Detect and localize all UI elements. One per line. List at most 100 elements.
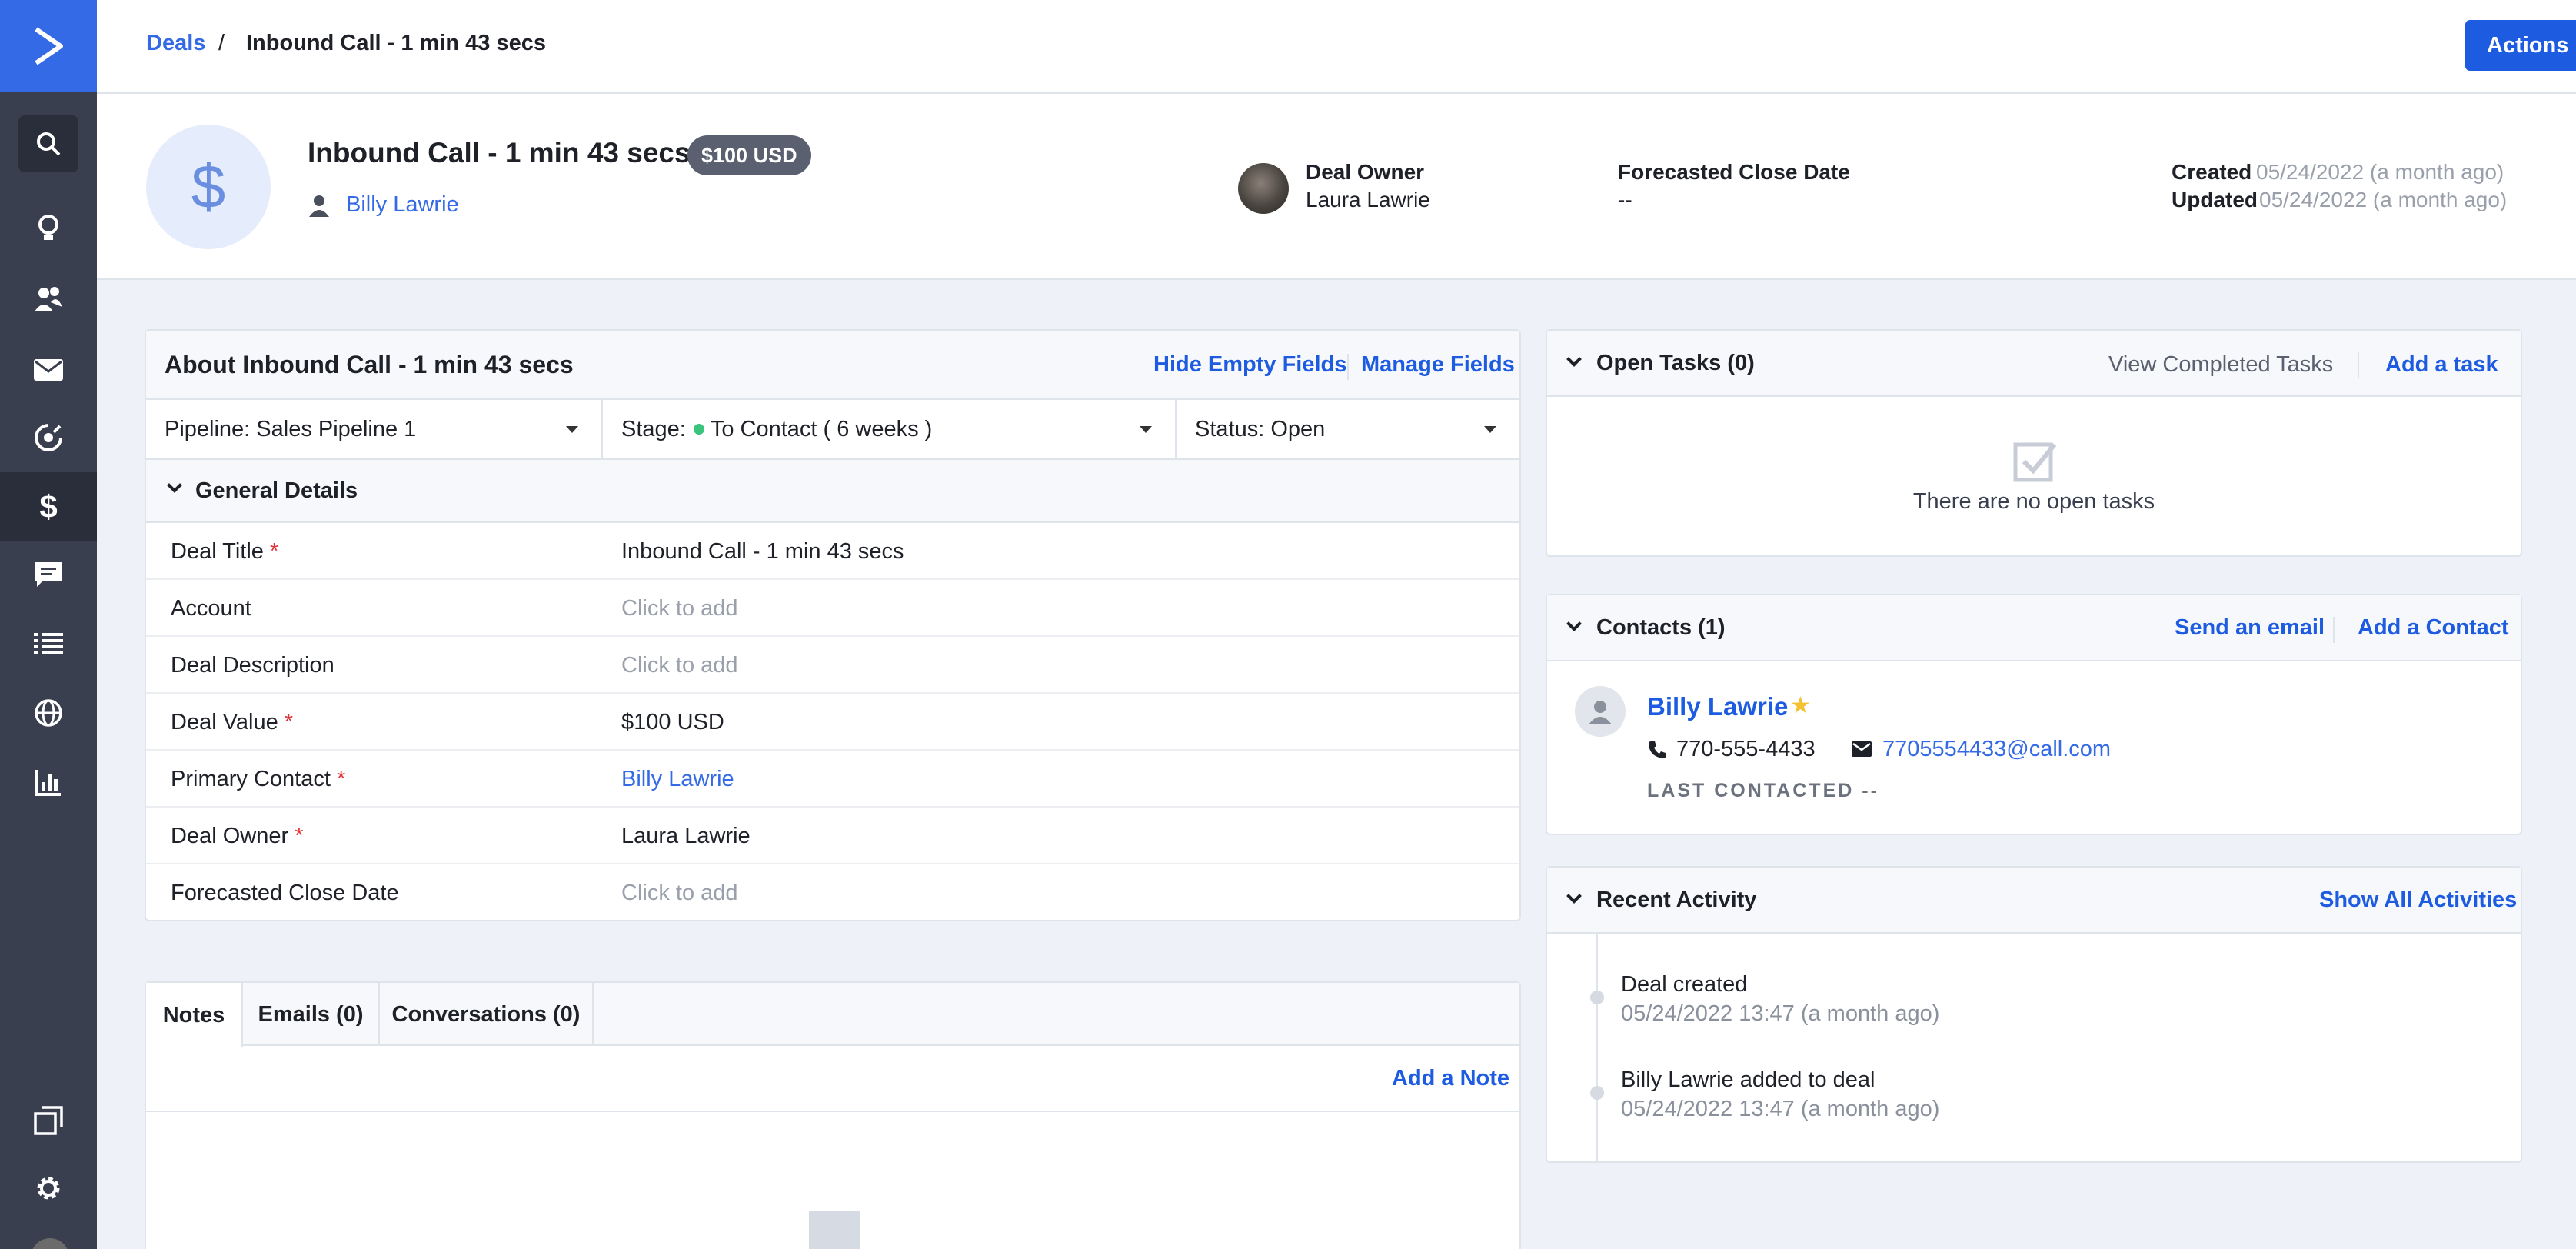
user-avatar[interactable] [31,1238,69,1249]
field-label: Forecasted Close Date [171,881,399,906]
phone-icon [1649,741,1666,758]
hide-empty-fields-link[interactable]: Hide Empty Fields [1153,352,1346,378]
field-value[interactable]: Click to add [621,653,738,678]
manage-fields-link[interactable]: Manage Fields [1361,352,1515,378]
created-value: 05/24/2022 (a month ago) [2256,160,2504,184]
person-icon [309,195,329,217]
chevron-down-icon[interactable] [1566,351,1582,367]
contact-name-link[interactable]: Billy Lawrie [1647,692,1788,721]
tab-emails[interactable]: Emails (0) [243,983,380,1046]
header-divider [1347,354,1349,380]
status-select[interactable]: Status: Open [1177,400,1519,458]
field-label-text: Deal Title [171,539,264,564]
app-logo[interactable] [0,0,97,92]
tab-conversations[interactable]: Conversations (0) [380,983,594,1046]
view-completed-tasks-link[interactable]: View Completed Tasks [2108,352,2333,378]
pipeline-select-label: Pipeline: Sales Pipeline 1 [165,416,417,441]
add-note-link[interactable]: Add a Note [1392,1066,1509,1091]
nav-ideas[interactable] [0,194,97,263]
nav-contacts[interactable] [0,265,97,334]
stage-select-label: Stage: [621,416,686,441]
contact-card: Billy Lawrie ★ 770-555-4433 7705554433@c… [1547,661,2521,835]
field-value[interactable]: $100 USD [621,710,724,735]
required-marker: * [269,539,279,564]
nav-email[interactable] [0,335,97,405]
nav-automations[interactable] [0,403,97,472]
field-value[interactable]: Laura Lawrie [621,824,751,849]
notes-toolbar: Add a Note [146,1046,1519,1112]
general-details-title: General Details [195,478,358,503]
conversations-icon [35,562,62,587]
open-tasks-title: Open Tasks (0) [1596,351,1755,375]
field-label-text: Deal Description [171,653,334,678]
envelope-icon [34,359,63,381]
nav-search[interactable] [18,115,78,172]
field-value[interactable]: Click to add [621,881,738,906]
chevron-down-icon[interactable] [1566,888,1582,904]
tab-notes[interactable]: Notes [146,983,243,1047]
field-value[interactable]: Inbound Call - 1 min 43 secs [621,539,904,565]
envelope-icon [1852,741,1872,757]
close-date-label: Forecasted Close Date [1618,160,1850,184]
pipeline-select[interactable]: Pipeline: Sales Pipeline 1 [146,400,603,458]
timeline-dot [1590,991,1604,1004]
nav-deals[interactable]: $ [0,472,97,541]
field-row: Deal Title * Inbound Call - 1 min 43 sec… [146,523,1519,580]
field-label: Deal Owner * [171,824,303,849]
contact-avatar [1575,686,1626,737]
stage-select-value: To Contact ( 6 weeks ) [710,416,933,441]
nav-settings[interactable] [0,1154,97,1223]
general-details-toggle[interactable]: General Details [146,460,1519,523]
field-value[interactable]: Billy Lawrie [621,767,734,792]
chevron-down-icon [167,478,182,493]
actions-button[interactable]: Actions [2465,20,2576,71]
header-divider [2333,617,2335,643]
contact-email-link[interactable]: 7705554433@call.com [1882,737,2111,762]
gear-icon [37,1177,60,1200]
pages-icon [34,1106,63,1135]
timeline-line [1596,934,1598,1161]
primary-contact-link[interactable]: Billy Lawrie [346,192,459,218]
add-task-link[interactable]: Add a task [2385,352,2498,378]
list-icon [34,633,63,654]
add-contact-link[interactable]: Add a Contact [2358,615,2509,641]
activity-item-text: Billy Lawrie added to deal [1621,1067,1875,1092]
deal-owner-value[interactable]: Laura Lawrie [1306,188,1430,212]
created-label: Created [2172,160,2252,184]
stage-status-dot [693,424,704,435]
note-empty-illustration [809,1211,860,1249]
contact-phone[interactable]: 770-555-4433 [1676,737,1816,762]
status-select-label: Status: Open [1195,416,1326,441]
nav-pages[interactable] [0,1086,97,1155]
send-email-link[interactable]: Send an email [2175,615,2325,641]
nav-website[interactable] [0,678,97,748]
stage-select[interactable]: Stage: To Contact ( 6 weeks ) [603,400,1177,458]
nav-lists[interactable] [0,609,97,678]
show-all-activities-link[interactable]: Show All Activities [2319,888,2517,913]
field-label: Deal Value * [171,710,293,735]
chevron-down-icon[interactable] [1566,616,1582,631]
nav-conversations[interactable] [0,540,97,609]
required-marker: * [336,767,346,791]
about-panel: About Inbound Call - 1 min 43 secs Hide … [145,329,1521,921]
automation-icon [35,424,62,451]
close-date-value: -- [1618,188,1632,211]
deal-header: $ Inbound Call - 1 min 43 secs $100 USD … [97,94,2576,280]
field-label-text: Forecasted Close Date [171,881,399,905]
nav-reports[interactable] [0,748,97,817]
field-value[interactable]: Click to add [621,596,738,621]
open-tasks-panel: Open Tasks (0) View Completed Tasks Add … [1546,329,2522,557]
tabs-bar: Notes Emails (0) Conversations (0) [146,983,1519,1047]
breadcrumb-separator: / [218,31,225,55]
pipeline-stage-status-row: Pipeline: Sales Pipeline 1 Stage: To Con… [146,400,1519,460]
header-divider [2358,352,2359,378]
checkbox-icon [2013,442,2057,482]
recent-activity-title: Recent Activity [1596,888,1757,912]
star-icon[interactable]: ★ [1790,692,1811,719]
last-contacted-text: LAST CONTACTED -- [1647,780,1879,801]
breadcrumb-deals-link[interactable]: Deals [146,31,205,56]
field-label-text: Deal Value [171,710,278,734]
about-header: About Inbound Call - 1 min 43 secs Hide … [146,331,1519,400]
updated-value: 05/24/2022 (a month ago) [2259,188,2508,211]
caret-down-icon [1484,426,1496,433]
